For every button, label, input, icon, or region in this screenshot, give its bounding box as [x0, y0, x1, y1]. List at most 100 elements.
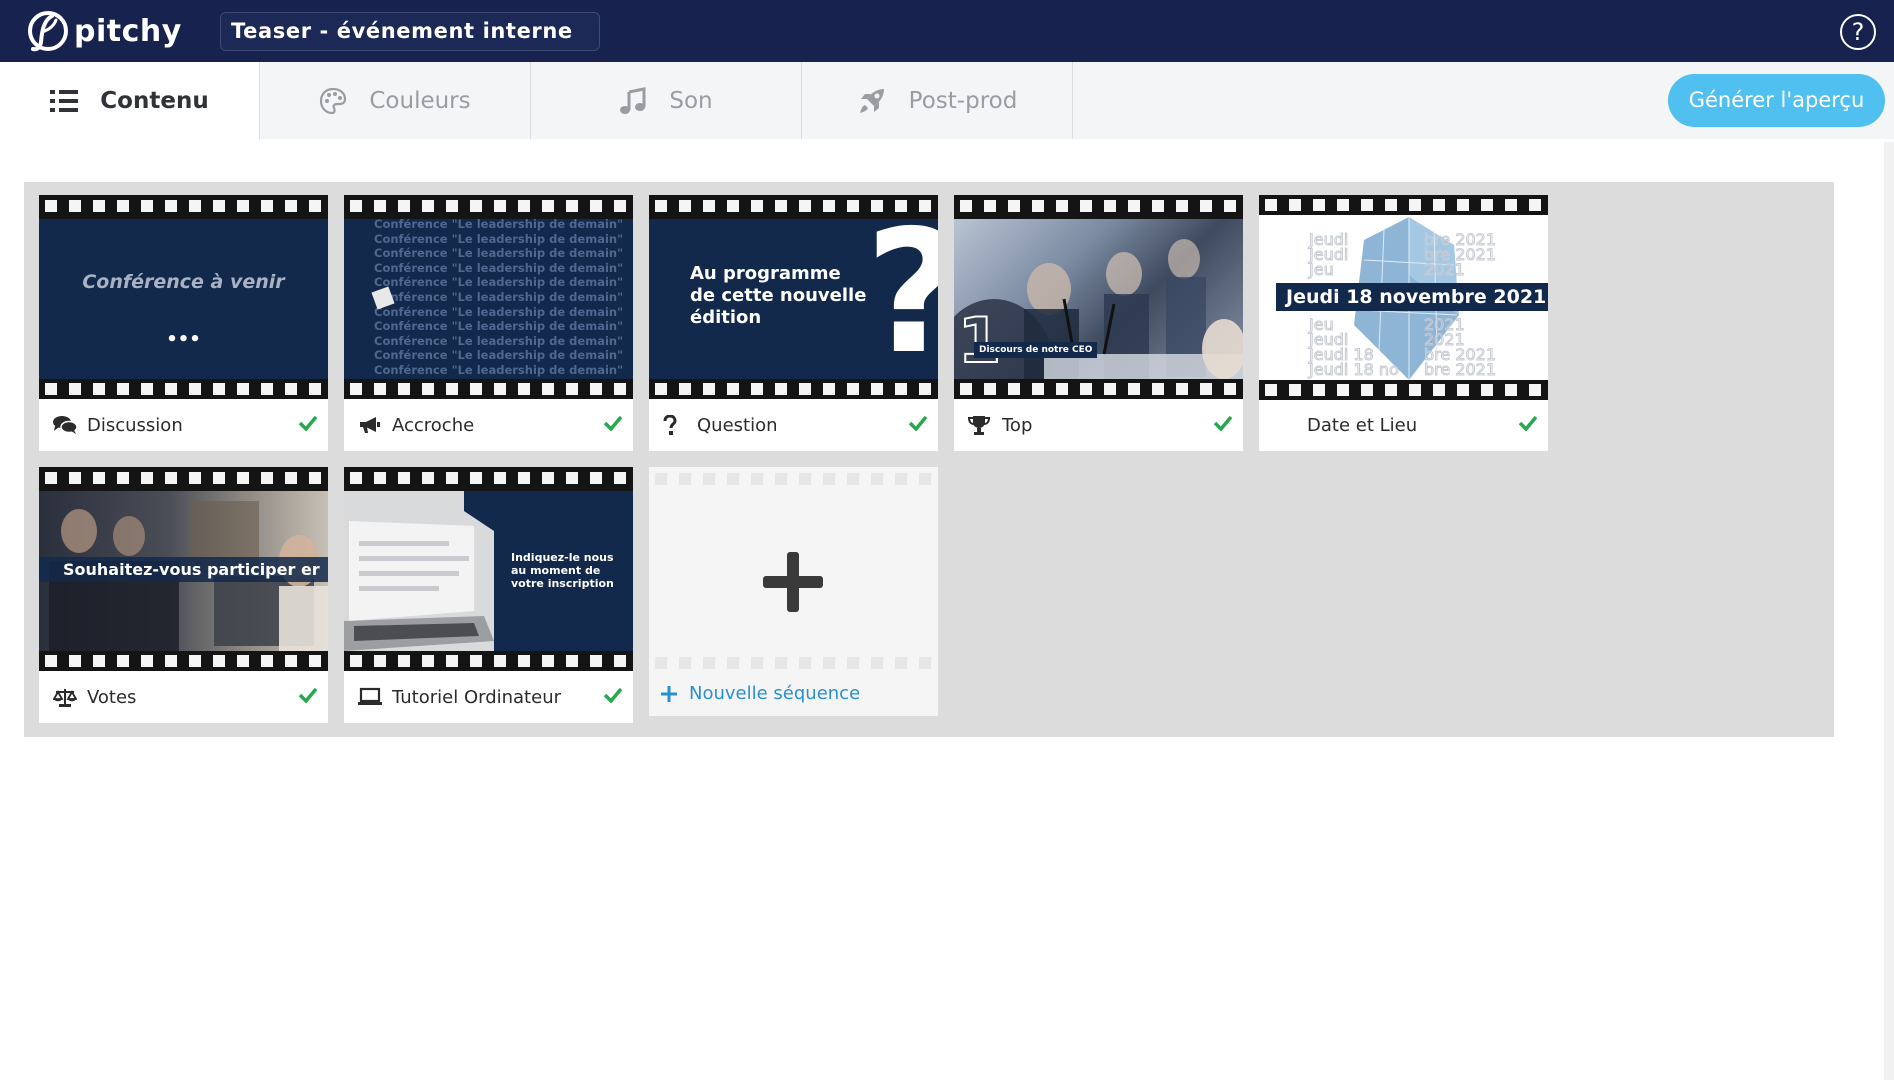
sequence-thumbnail: Souhaitez-vous participer er — [39, 491, 328, 651]
tab-post-prod[interactable]: Post-prod — [802, 62, 1073, 139]
logo-text: pitchy — [74, 13, 182, 49]
check-icon — [1213, 415, 1233, 436]
film-strip — [39, 379, 328, 399]
check-icon — [603, 415, 623, 436]
comments-icon — [53, 414, 79, 436]
check-icon — [603, 687, 623, 708]
new-sequence-label: Nouvelle séquence — [689, 683, 861, 704]
tab-label: Contenu — [100, 87, 209, 114]
new-sequence-card[interactable]: Nouvelle séquence — [649, 467, 938, 716]
sequence-thumbnail: Indiquez-le nous au moment de votre insc… — [344, 491, 633, 651]
svg-text:bre 2021: bre 2021 — [1424, 360, 1496, 379]
check-icon — [298, 687, 318, 708]
sequence-thumbnail: Conférence "Le leadership de demain" Con… — [344, 219, 633, 379]
film-strip — [39, 651, 328, 671]
thumb-line: Conférence "Le leadership de demain" — [374, 289, 624, 304]
sequence-label-row: Date et Lieu — [1259, 403, 1548, 447]
film-strip-faded — [655, 473, 938, 485]
sequence-card-accroche[interactable]: Conférence "Le leadership de demain" Con… — [344, 195, 633, 451]
thumb-title: Souhaitez-vous participer er — [39, 557, 328, 582]
sequence-card-date-et-lieu[interactable]: Jeudi bre 2021 Jeudi bre 2021 Jeu 2021 Jeu 2… — [1259, 195, 1548, 451]
palette-icon — [319, 87, 347, 115]
film-strip — [344, 195, 633, 219]
check-icon — [1518, 415, 1538, 436]
thumb-title: Au programme de cette nouvelle édition — [690, 263, 867, 328]
thumb-line: Conférence "Le leadership de demain" — [374, 333, 624, 348]
svg-text:Jeudi 18 no: Jeudi 18 no — [1308, 360, 1399, 379]
thumb-line: Conférence "Le leadership de demain" — [374, 246, 624, 261]
film-strip — [649, 379, 938, 399]
tab-label: Son — [669, 87, 713, 114]
sequence-thumbnail: 1 Discours de notre CEO — [954, 219, 1243, 379]
sequence-label: Discussion — [87, 414, 183, 436]
plus-icon — [661, 685, 677, 702]
check-icon — [298, 415, 318, 436]
sequence-label-row: Accroche — [344, 403, 633, 447]
film-strip — [1259, 380, 1548, 400]
film-strip — [39, 467, 328, 491]
balance-scale-icon — [53, 686, 79, 708]
svg-text:2021: 2021 — [1424, 260, 1465, 279]
sequence-label-row: Tutoriel Ordinateur — [344, 675, 633, 719]
sequence-thumbnail: Au programme de cette nouvelle édition ? — [649, 219, 938, 379]
thumb-rank-number: 1 — [957, 303, 1002, 378]
pitchy-logo-icon — [28, 11, 68, 52]
sequence-thumbnail: Jeudi bre 2021 Jeudi bre 2021 Jeu 2021 Jeu 2… — [1259, 215, 1548, 380]
thumb-question-mark: ? — [865, 219, 938, 379]
sequence-card-question[interactable]: Au programme de cette nouvelle édition ?… — [649, 195, 938, 451]
thumb-line: Conférence "Le leadership de demain" — [374, 275, 624, 290]
tab-contenu[interactable]: Contenu — [0, 62, 260, 139]
placeholder-icon — [1273, 414, 1299, 436]
thumb-line: Conférence "Le leadership de demain" — [374, 304, 624, 319]
thumb-caption: Discours de notre CEO — [974, 342, 1098, 358]
tab-label: Couleurs — [369, 87, 471, 114]
film-strip — [954, 379, 1243, 399]
film-strip — [344, 467, 633, 491]
sequence-label-row: Discussion — [39, 403, 328, 447]
film-strip — [344, 651, 633, 671]
sequence-label: Accroche — [392, 414, 475, 436]
thumb-line: Conférence "Le leadership de demain" — [374, 219, 624, 231]
tab-couleurs[interactable]: Couleurs — [260, 62, 531, 139]
thumb-line: Conférence "Le leadership de demain" — [374, 260, 624, 275]
thumb-title: Jeudi 18 novembre 2021 — [1276, 283, 1548, 311]
sequence-label: Date et Lieu — [1307, 414, 1418, 436]
list-icon — [50, 89, 79, 113]
svg-text:Jeu: Jeu — [1308, 260, 1334, 279]
film-strip — [344, 379, 633, 399]
project-title-input[interactable]: Teaser - événement interne — [220, 12, 600, 51]
check-icon — [908, 415, 928, 436]
thumb-line: Conférence "Le leadership de demain" — [374, 319, 624, 334]
sequence-card-votes[interactable]: Souhaitez-vous participer er Votes — [39, 467, 328, 723]
new-sequence-link[interactable]: Nouvelle séquence — [661, 683, 860, 704]
sequence-label-row: Votes — [39, 675, 328, 719]
rocket-icon — [857, 86, 887, 116]
large-plus-icon[interactable] — [763, 552, 823, 617]
question-icon — [663, 414, 689, 436]
sequence-thumbnail: Conférence à venir ••• — [39, 219, 328, 379]
sequence-label: Tutoriel Ordinateur — [392, 686, 561, 708]
pitchy-logo[interactable]: pitchy — [26, 10, 182, 52]
megaphone-icon — [358, 414, 384, 436]
sequence-card-top[interactable]: 1 Discours de notre CEO Top — [954, 195, 1243, 451]
tab-bar: Contenu Couleurs Son Post-prod — [0, 62, 1894, 139]
tab-son[interactable]: Son — [531, 62, 802, 139]
sequence-label: Top — [1002, 414, 1033, 436]
sequence-card-discussion[interactable]: Conférence à venir ••• Discussion — [39, 195, 328, 451]
music-note-icon — [619, 86, 647, 115]
thumb-dots: ••• — [166, 329, 201, 350]
help-button[interactable]: ? — [1840, 14, 1876, 50]
thumb-repeated-text: Conférence "Le leadership de demain" Con… — [374, 219, 624, 378]
page-scrollbar[interactable] — [1884, 142, 1894, 1080]
film-strip-faded — [655, 657, 938, 669]
thumb-title: Conférence à venir — [82, 271, 285, 293]
thumb-title: Indiquez-le nous au moment de votre insc… — [511, 551, 614, 590]
sequence-card-tutoriel-ordinateur[interactable]: Indiquez-le nous au moment de votre insc… — [344, 467, 633, 723]
thumb-line: Conférence "Le leadership de demain" — [374, 348, 624, 363]
film-strip — [954, 195, 1243, 219]
sequence-label-row: Question — [649, 403, 938, 447]
sequence-label-row: Top — [954, 403, 1243, 447]
generate-preview-button[interactable]: Générer l'aperçu — [1668, 74, 1885, 127]
sequence-label: Question — [697, 414, 778, 436]
film-strip — [1259, 195, 1548, 215]
